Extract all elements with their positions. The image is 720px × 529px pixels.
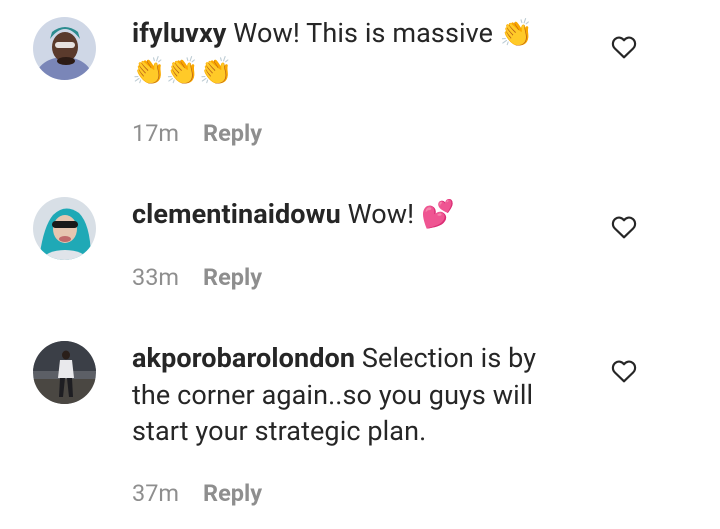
comment-item: ifyluvxy Wow! This is massive 👏 👏👏👏 17m R…	[0, 0, 720, 170]
comment-body: Wow! This is massive	[233, 17, 494, 49]
avatar-image	[33, 17, 96, 80]
avatar[interactable]	[33, 197, 96, 260]
comment-meta: 33m Reply	[132, 262, 262, 292]
comment-item: clementinaidowu Wow! 💕 33m Reply	[0, 180, 720, 310]
heart-outline-icon	[611, 216, 637, 239]
comment-meta: 17m Reply	[132, 118, 262, 148]
comment-timestamp: 17m	[132, 119, 180, 147]
reply-button[interactable]: Reply	[203, 263, 262, 291]
comment-text: ifyluvxy Wow! This is massive 👏 👏👏👏	[132, 15, 562, 90]
comment-username[interactable]: ifyluvxy	[132, 17, 226, 49]
clapping-hands-emoji: 👏	[499, 18, 534, 49]
heart-outline-icon	[611, 360, 637, 383]
comment-timestamp: 33m	[132, 263, 180, 291]
comment-item: akporobarolondon Selection is by the cor…	[0, 324, 720, 529]
avatar-image	[33, 197, 96, 260]
two-hearts-emoji: 💕	[421, 199, 455, 230]
like-button[interactable]	[611, 359, 637, 383]
comment-body: Wow!	[347, 198, 415, 230]
comment-username[interactable]: akporobarolondon	[132, 342, 355, 374]
comment-text: akporobarolondon Selection is by the cor…	[132, 340, 562, 450]
comment-text: clementinaidowu Wow! 💕	[132, 196, 562, 234]
comment-username[interactable]: clementinaidowu	[132, 198, 341, 230]
heart-outline-icon	[611, 36, 637, 59]
comment-timestamp: 37m	[132, 479, 180, 507]
avatar[interactable]	[33, 17, 96, 80]
avatar-image	[33, 341, 96, 404]
comment-meta: 37m Reply	[132, 478, 262, 508]
reply-button[interactable]: Reply	[203, 119, 262, 147]
like-button[interactable]	[611, 215, 637, 239]
clapping-hands-emoji: 👏👏👏	[132, 55, 234, 87]
reply-button[interactable]: Reply	[203, 479, 262, 507]
like-button[interactable]	[611, 35, 637, 59]
avatar[interactable]	[33, 341, 96, 404]
